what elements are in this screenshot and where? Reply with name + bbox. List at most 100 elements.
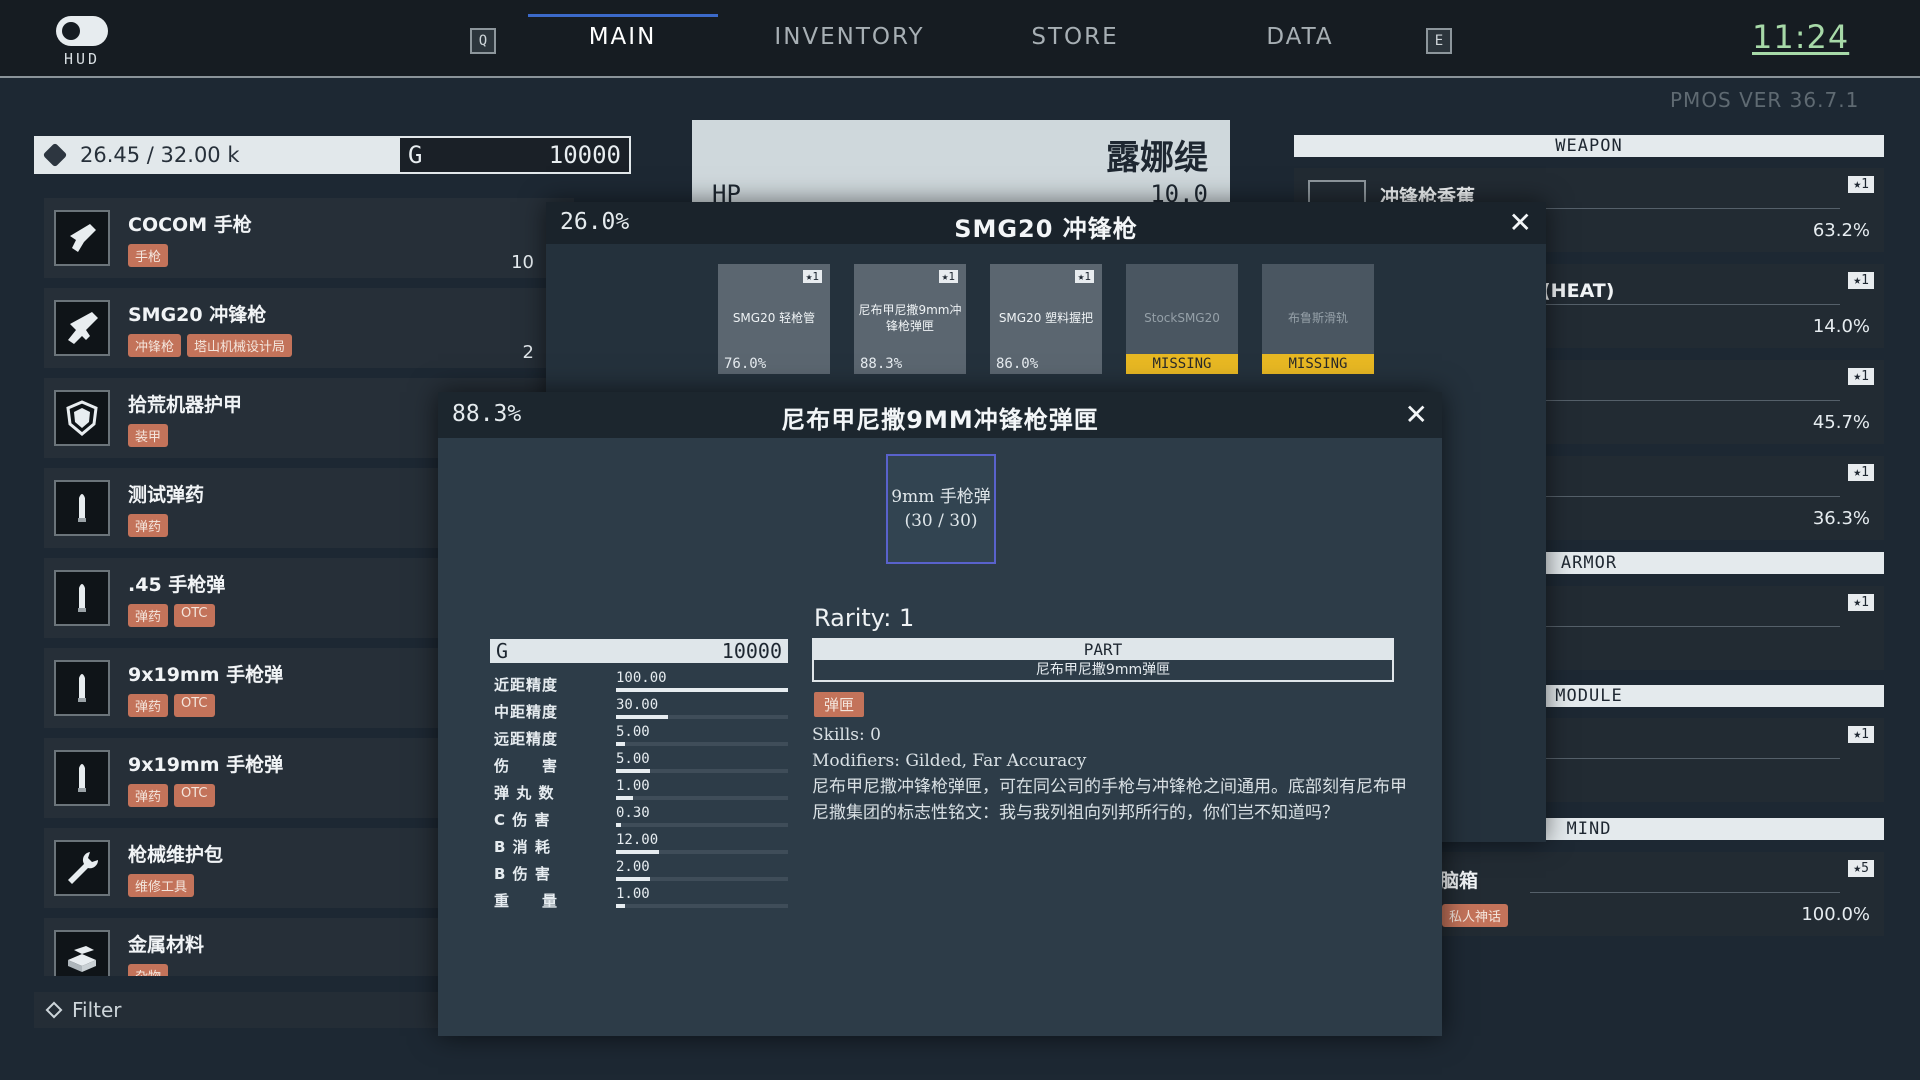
weight-value: 26.45 / 32.00 k [80,143,240,167]
stat-label: 远距精度 [494,730,559,748]
item-tag: 弹药 [128,604,169,627]
part-name: StockSMG20 [1144,311,1220,325]
item-tag: OTC [174,784,215,807]
type-label: PART [814,640,1392,660]
stat-bar-fill [616,688,788,692]
star-badge: ★1 [1074,270,1094,283]
item-tag: 弹药 [128,514,169,537]
item-name: COCOM 手枪 [128,214,252,236]
price-value: 10000 [721,639,782,663]
stat-label: 弹 丸 数 [494,784,555,802]
stat-row: 中距精度 30.00 [490,697,788,724]
durability-value: 36.3% [1812,508,1870,529]
weight-indicator: 26.45 / 32.00 k [34,136,398,174]
next-tab-key[interactable]: E [1426,28,1452,54]
stat-value: 0.30 [616,805,650,821]
price-bar: G 10000 [490,639,788,663]
stat-bar [616,688,788,692]
money-display: G 10000 [398,136,631,174]
part-slot[interactable]: ★1 SMG20 塑料握把 86.0% [990,264,1102,374]
part-name: 尼布甲尼撒9mm冲锋枪弹匣 [858,303,962,333]
divider [1530,626,1840,627]
filter-bar[interactable]: Filter [34,992,454,1028]
prev-tab-key[interactable]: Q [470,28,496,54]
part-name: 布鲁斯滑轨 [1287,311,1348,325]
weight-icon [42,142,68,168]
star-badge: ★1 [1848,726,1874,743]
stat-value: 5.00 [616,724,650,740]
item-name: 拾荒机器护甲 [128,394,243,416]
item-name: 9x19mm 手枪弹 [128,664,284,686]
stat-row: 重 量 1.00 [490,886,788,913]
stat-bar [616,769,788,773]
part-slot[interactable]: StockSMG20 MISSING [1126,264,1238,374]
item-preview-count: (30 / 30) [904,511,978,531]
stat-bar [616,796,788,800]
tab-store[interactable]: STORE [1010,24,1140,50]
close-icon[interactable]: ✕ [1509,206,1532,239]
inventory-item[interactable]: COCOM 手枪 手枪 10 [44,198,574,278]
part-slot[interactable]: ★1 SMG20 轻枪管 76.0% [718,264,830,374]
star-badge: ★5 [1848,860,1874,877]
stat-bar [616,877,788,881]
item-name: SMG20 冲锋枪 [128,304,267,326]
weapon-header: WEAPON [1294,135,1884,157]
part-title: 尼布甲尼撒9MM冲锋枪弹匣 [781,406,1099,434]
inventory-item[interactable]: SMG20 冲锋枪 冲锋枪 塔山机械设计局 2 [44,288,574,368]
divider [1530,496,1840,497]
star-badge: ★1 [1848,594,1874,611]
stat-bar-fill [616,877,650,881]
part-slot[interactable]: 布鲁斯滑轨 MISSING [1262,264,1374,374]
item-name: .45 手枪弹 [128,574,226,596]
item-name: 9x19mm 手枪弹 [128,754,284,776]
part-name: SMG20 轻枪管 [732,311,816,325]
stat-value: 30.00 [616,697,659,713]
item-tag: 弹药 [128,694,169,717]
part-durability: 88.3% [860,356,903,372]
item-tags: 维修工具 [128,874,195,897]
bullet-icon [54,570,110,626]
tab-main[interactable]: MAIN [560,24,685,50]
item-tag: 塔山机械设计局 [187,334,293,357]
skills-text: Skills: 0 [812,725,881,745]
bullet-icon [54,750,110,806]
item-tag: OTC [174,604,215,627]
tab-data[interactable]: DATA [1245,24,1355,50]
stat-value: 1.00 [616,886,650,902]
active-tab-indicator [528,14,718,17]
divider [1530,400,1840,401]
stat-label: B 消 耗 [494,838,551,856]
stat-value: 5.00 [616,751,650,767]
item-preview-name: 9mm 手枪弹 [891,487,991,507]
item-value: 2 [522,342,534,363]
item-preview[interactable]: 9mm 手枪弹 (30 / 30) [886,454,996,564]
item-name: 枪械维护包 [128,844,224,866]
clock: 11:24 [1752,18,1850,56]
modal-header: 88.3% 尼布甲尼撒9MM冲锋枪弹匣 ✕ [438,392,1442,438]
part-slot[interactable]: ★1 尼布甲尼撒9mm冲锋枪弹匣 88.3% [854,264,966,374]
bullet-icon [54,480,110,536]
star-badge: ★1 [1848,176,1874,193]
stat-bar-fill [616,742,625,746]
item-tag: 弹药 [128,784,169,807]
hud-toggle[interactable]: HUD [52,16,112,72]
star-badge: ★1 [802,270,822,283]
item-tags: 手枪 [128,244,169,267]
item-tag: 冲锋枪 [128,334,182,357]
divider [1530,304,1840,305]
stat-bar-fill [616,823,621,827]
stat-row: B 伤 害 2.00 [490,859,788,886]
stat-label: B 伤 害 [494,865,551,883]
stat-value: 1.00 [616,778,650,794]
close-icon[interactable]: ✕ [1405,398,1428,431]
item-tags: 弹药 [128,514,169,537]
version-label: PMOS VER 36.7.1 [1670,88,1860,112]
stat-bar-fill [616,904,625,908]
shield-icon [54,390,110,446]
top-bar [0,0,1920,78]
stat-label: 近距精度 [494,676,559,694]
stat-value: 100.00 [616,670,667,686]
stat-row: 伤 害 5.00 [490,751,788,778]
part-durability: 76.0% [724,356,767,372]
tab-inventory[interactable]: INVENTORY [752,24,947,50]
